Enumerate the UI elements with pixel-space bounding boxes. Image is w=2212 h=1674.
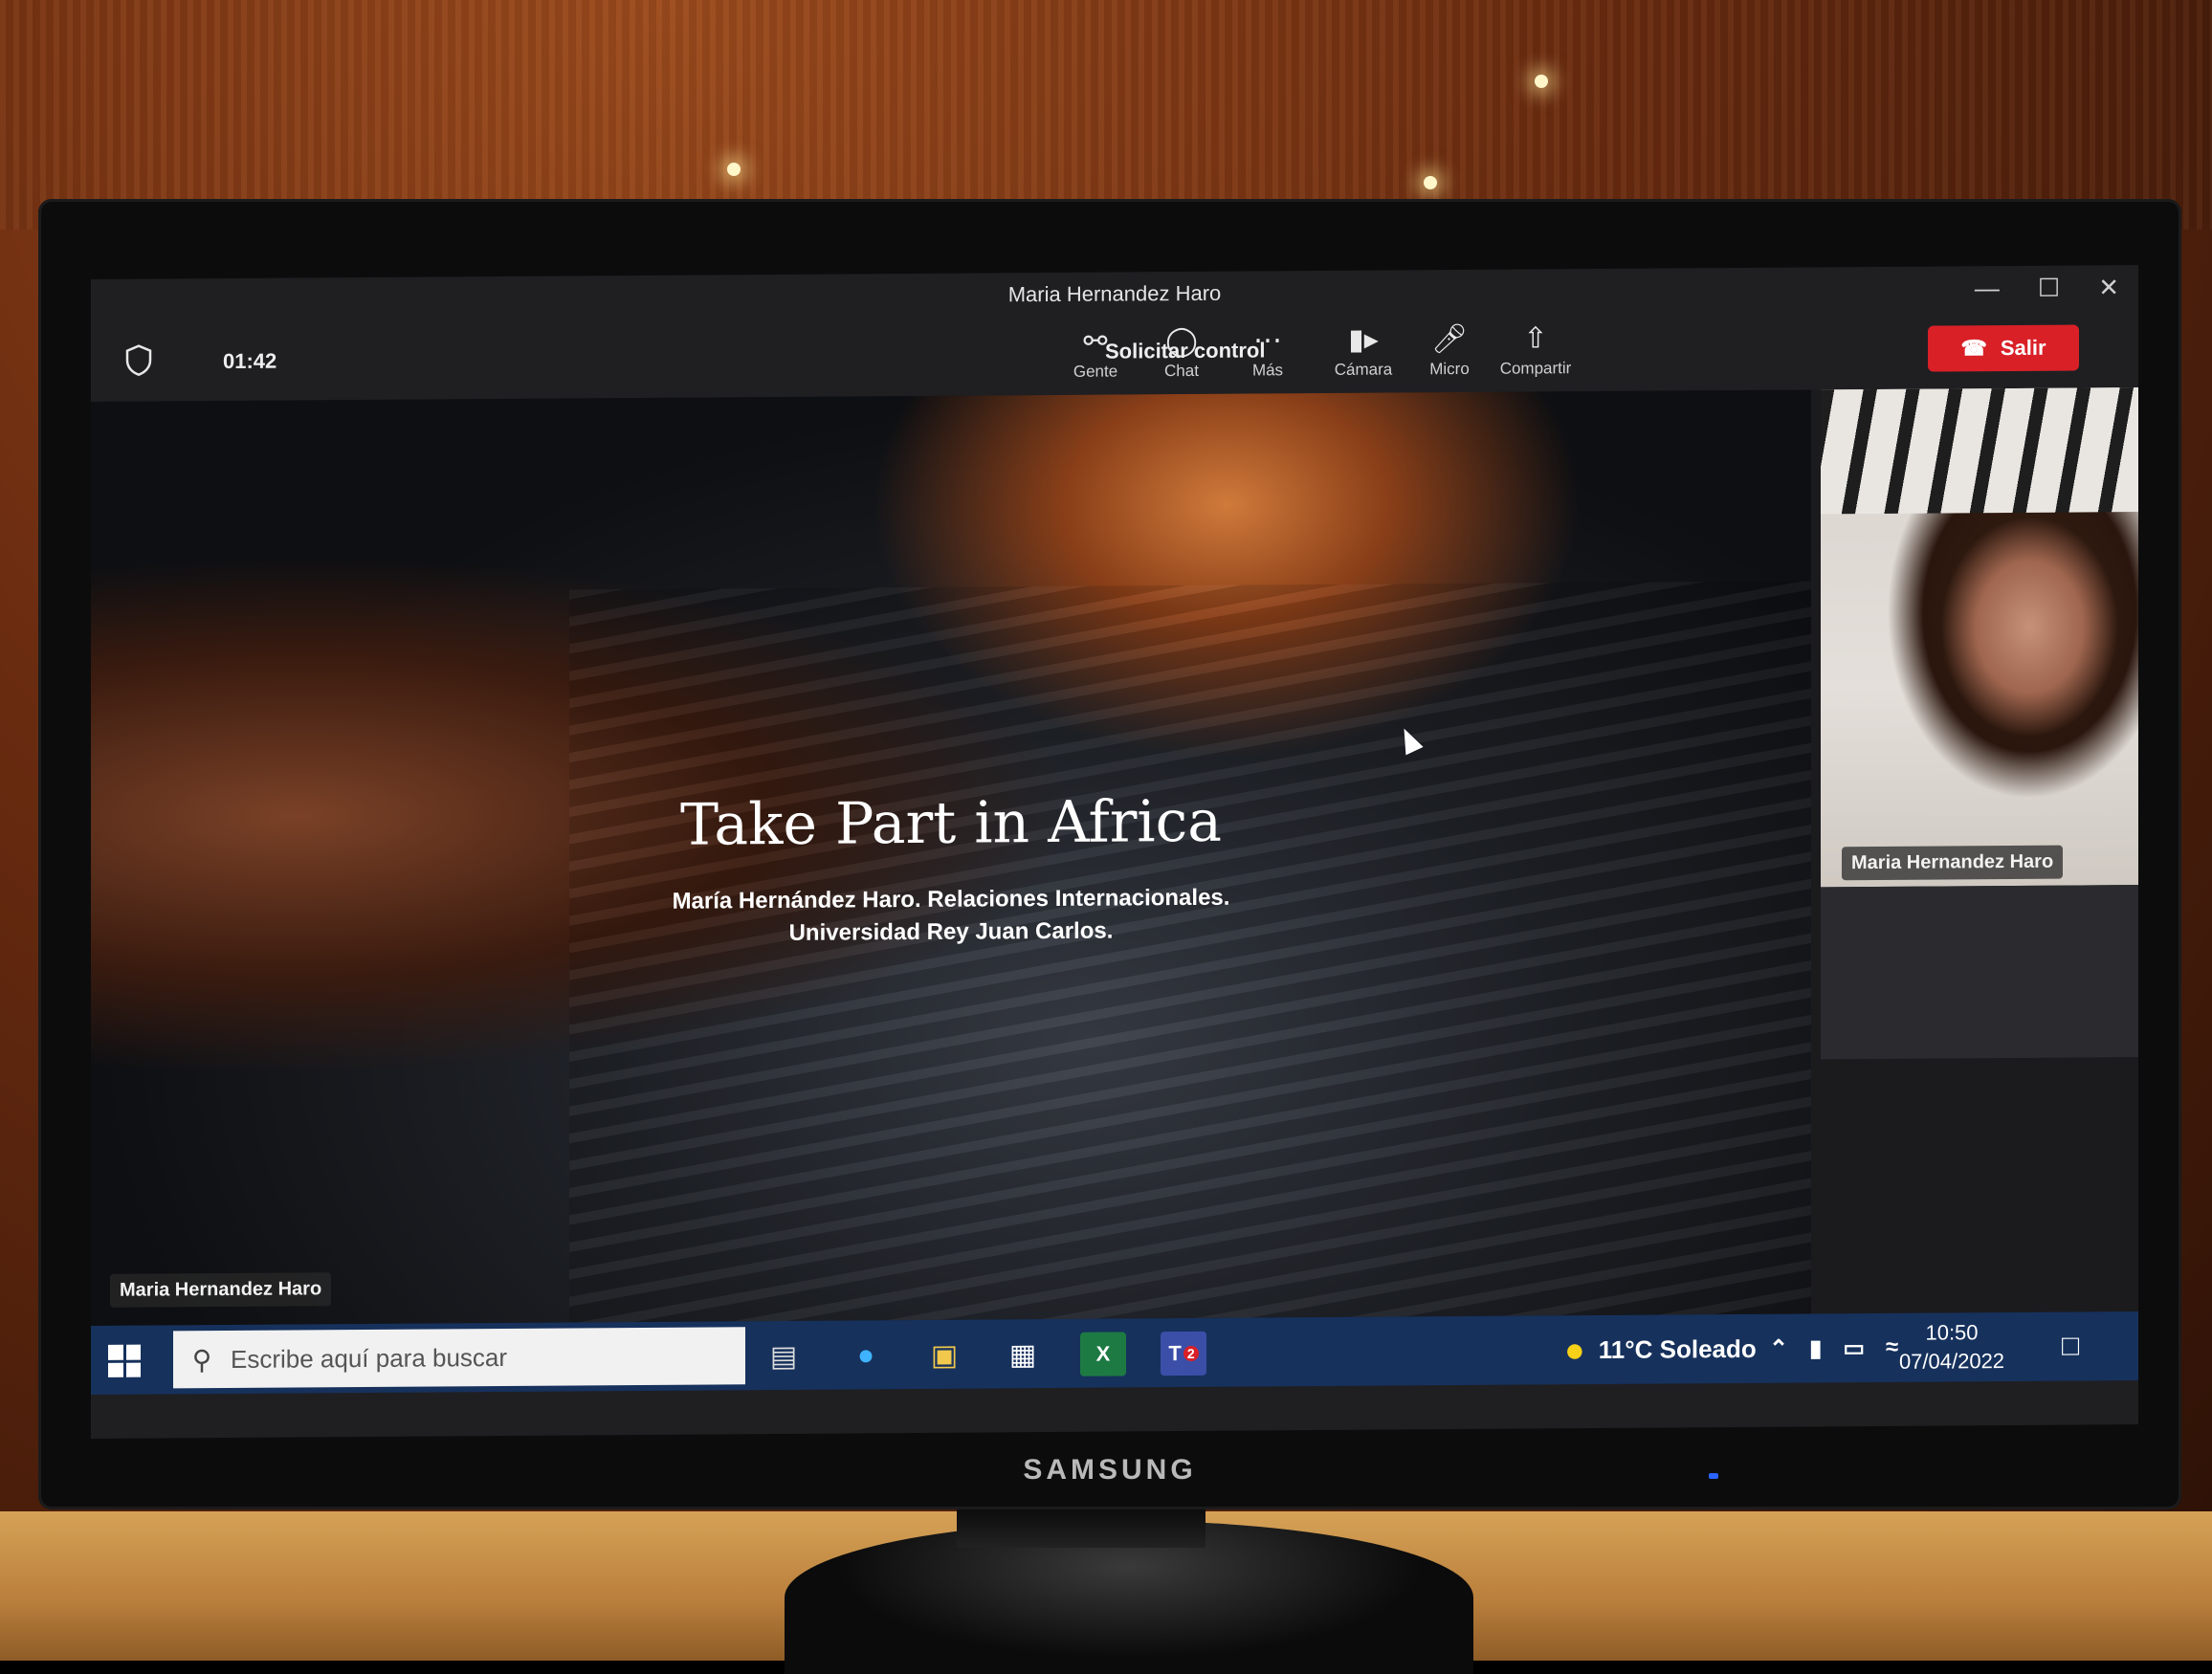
start-button[interactable]: [108, 1344, 141, 1377]
clock-time: 10:50: [1925, 1320, 1979, 1345]
search-icon: ⚲: [191, 1344, 212, 1375]
screen: Maria Hernandez Haro — ☐ ✕ 01:42 Solicit…: [91, 265, 2138, 1439]
hangup-icon: ☎: [1960, 336, 1987, 361]
video-background: [1821, 386, 2138, 515]
wall-panels: [0, 0, 2212, 230]
slide-subtitle: María Hernández Haro. Relaciones Interna…: [91, 877, 1811, 955]
participants-panel: Maria Hernandez Haro: [1811, 386, 2138, 1314]
slide-title: Take Part in Africa: [679, 787, 1222, 859]
share-label: Compartir: [1499, 359, 1572, 378]
window-title: Maria Hernandez Haro: [1007, 280, 1222, 307]
system-tray: ⌃ ▮ ▭ ≈: [1769, 1313, 1898, 1383]
maximize-icon[interactable]: ☐: [2038, 273, 2060, 302]
more-label: Más: [1251, 361, 1284, 380]
weather-text: 11°C Soleado: [1598, 1333, 1757, 1364]
presenter-name-tag: Maria Hernandez Haro: [110, 1272, 332, 1308]
people-icon: ⚯: [1083, 325, 1108, 358]
more-button[interactable]: ⋯ Más: [1229, 320, 1306, 381]
weather-widget[interactable]: ● 11°C Soleado: [1564, 1314, 1757, 1384]
clock-date: 07/04/2022: [1898, 1349, 2005, 1374]
excel-icon[interactable]: X: [1080, 1332, 1126, 1377]
camera-icon: ▮▸: [1348, 323, 1379, 356]
chat-icon: ◯: [1165, 324, 1198, 358]
share-button[interactable]: ⇧ Compartir: [1497, 319, 1574, 379]
microphone-icon: 🎤︎: [1430, 322, 1469, 356]
microphone-label: Micro: [1429, 359, 1470, 379]
people-button[interactable]: ⚯ Gente: [1057, 321, 1134, 382]
camera-label: Cámara: [1334, 360, 1393, 379]
chat-button[interactable]: ◯ Chat: [1143, 321, 1220, 382]
leave-button[interactable]: ☎ Salir: [1928, 324, 2079, 372]
search-placeholder: Escribe aquí para buscar: [231, 1342, 508, 1374]
file-explorer-icon[interactable]: ▣: [921, 1333, 967, 1377]
monitor-brand: SAMSUNG: [1023, 1454, 1197, 1486]
participant-video-tile[interactable]: Maria Hernandez Haro: [1821, 386, 2138, 888]
more-icon: ⋯: [1253, 324, 1282, 357]
task-view-icon[interactable]: ▤: [761, 1334, 807, 1378]
taskbar-search[interactable]: ⚲ Escribe aquí para buscar: [173, 1327, 745, 1389]
edge-icon[interactable]: ●: [843, 1333, 889, 1377]
teams-icon[interactable]: T2: [1161, 1331, 1206, 1377]
ceiling-light: [1535, 75, 1548, 88]
meeting-timer: 01:42: [223, 348, 277, 374]
windows-logo-icon: [108, 1344, 123, 1360]
chevron-up-icon[interactable]: ⌃: [1769, 1334, 1788, 1362]
chat-label: Chat: [1164, 361, 1199, 381]
shared-slide: Take Part in Africa María Hernández Haro…: [91, 389, 1811, 1326]
power-led-icon: [1709, 1473, 1718, 1479]
share-icon: ⇧: [1523, 322, 1548, 355]
microphone-button[interactable]: 🎤︎ Micro: [1411, 319, 1488, 380]
store-icon[interactable]: ▦: [1000, 1333, 1046, 1377]
shield-icon: [125, 344, 152, 376]
battery-icon[interactable]: ▭: [1843, 1334, 1865, 1362]
window-controls: — ☐ ✕: [1975, 265, 2119, 310]
slide-photo-texture: [569, 581, 1811, 1323]
sun-icon: ●: [1564, 1330, 1585, 1370]
windows-taskbar: ⚲ Escribe aquí para buscar ▤ ● ▣ ▦ X T2 …: [91, 1311, 2138, 1395]
meeting-toolbar: 01:42 Solicitar control ⚯ Gente ◯ Chat ⋯…: [91, 309, 2138, 402]
participant-name-tag: Maria Hernandez Haro: [1842, 845, 2064, 881]
close-icon[interactable]: ✕: [2098, 273, 2119, 302]
empty-tile: [1821, 884, 2138, 1060]
ceiling-light: [727, 163, 741, 176]
teams-badge: 2: [1183, 1345, 1199, 1362]
people-label: Gente: [1073, 362, 1118, 381]
microphone-tray-icon[interactable]: ▮: [1809, 1334, 1822, 1362]
leave-label: Salir: [2000, 335, 2046, 361]
camera-button[interactable]: ▮▸ Cámara: [1325, 319, 1402, 380]
ceiling-light: [1424, 176, 1437, 189]
notifications-icon[interactable]: □: [2062, 1311, 2079, 1380]
minimize-icon[interactable]: —: [1975, 274, 2000, 303]
monitor-stand-neck: [957, 1509, 1206, 1548]
taskbar-clock[interactable]: 10:50 07/04/2022: [1890, 1318, 2014, 1377]
